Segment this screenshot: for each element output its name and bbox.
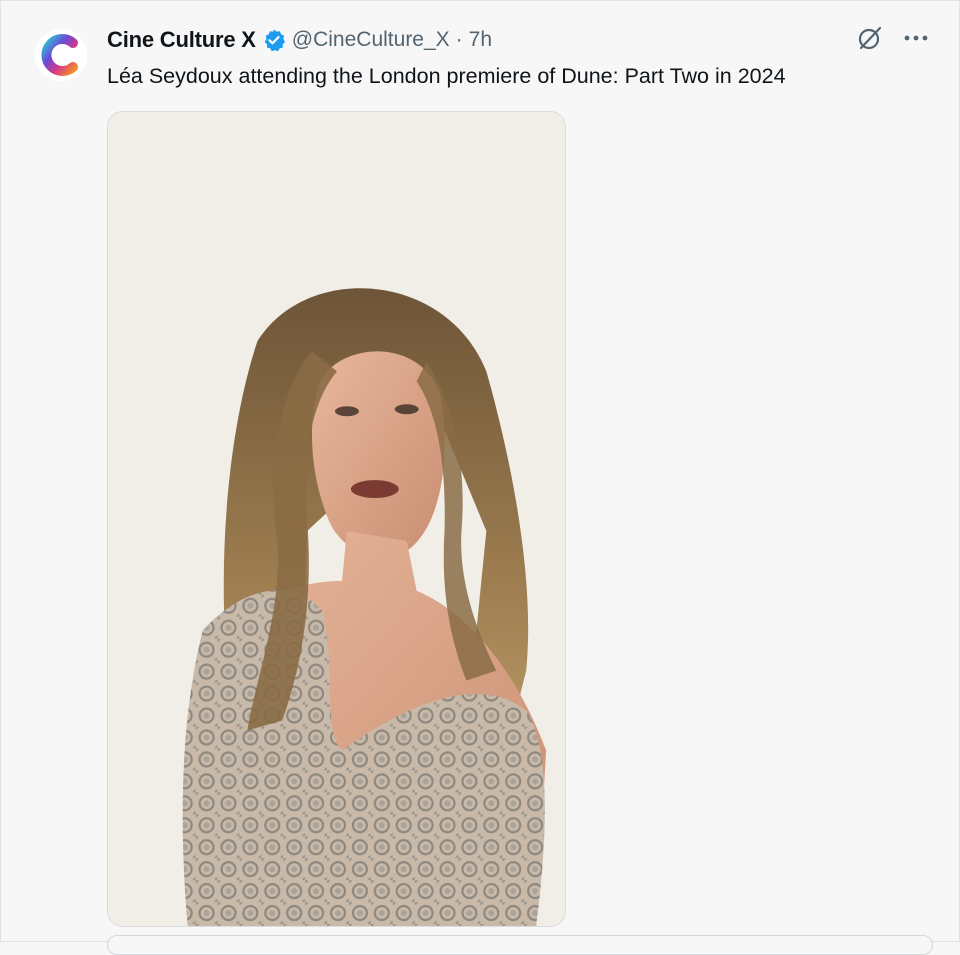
tweet-container[interactable]: Cine Culture X @CineCulture_X · 7h Léa S [0, 0, 960, 955]
tweet-text: Léa Seydoux attending the London premier… [107, 64, 786, 88]
verified-badge-icon[interactable] [262, 28, 286, 52]
next-card-edge [107, 935, 933, 955]
header-separator: · [455, 28, 463, 51]
author-avatar[interactable] [35, 29, 87, 81]
grok-icon[interactable] [855, 23, 885, 53]
more-options-icon[interactable] [901, 23, 931, 53]
tweet-header: Cine Culture X @CineCulture_X · 7h [107, 25, 492, 55]
photo-image [108, 112, 565, 926]
author-handle[interactable]: @CineCulture_X [292, 28, 450, 52]
tweet-timestamp[interactable]: 7h [469, 28, 492, 52]
author-display-name[interactable]: Cine Culture X [107, 27, 256, 53]
cine-culture-logo-icon [35, 29, 87, 81]
tweet-top-actions [855, 23, 931, 53]
tweet-photo[interactable] [107, 111, 566, 927]
